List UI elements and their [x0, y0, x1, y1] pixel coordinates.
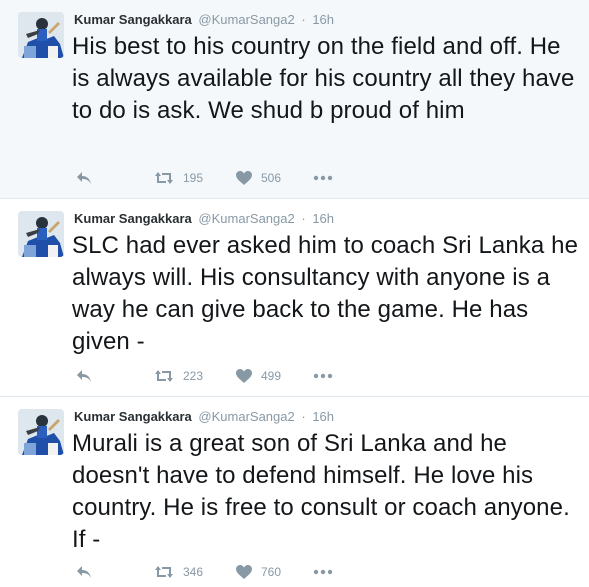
- timestamp[interactable]: 16h: [312, 409, 334, 424]
- reply-icon: [77, 566, 91, 578]
- author-name[interactable]: Kumar Sangakkara: [74, 211, 192, 226]
- like-count: 760: [261, 565, 282, 579]
- timestamp[interactable]: 16h: [312, 211, 334, 226]
- tweet-header: Kumar Sangakkara @KumarSanga2 · 16h: [74, 408, 334, 426]
- more-icon: [313, 175, 333, 181]
- more-icon: [313, 569, 333, 575]
- more-button[interactable]: [313, 366, 333, 386]
- more-button[interactable]: [313, 562, 333, 582]
- avatar-image: [18, 409, 64, 455]
- separator-dot: ·: [301, 12, 306, 27]
- retweet-button[interactable]: 195: [154, 168, 203, 188]
- more-icon: [313, 373, 333, 379]
- like-button[interactable]: 506: [236, 168, 281, 188]
- avatar[interactable]: [18, 12, 64, 58]
- tweet[interactable]: Kumar Sangakkara @KumarSanga2 · 16h Mura…: [0, 397, 589, 587]
- reply-button[interactable]: [76, 168, 92, 188]
- reply-icon: [77, 172, 91, 184]
- tweet-header: Kumar Sangakkara @KumarSanga2 · 16h: [74, 210, 334, 228]
- tweet-text: Murali is a great son of Sri Lanka and h…: [72, 430, 570, 553]
- timestamp[interactable]: 16h: [312, 12, 334, 27]
- retweet-count: 346: [183, 565, 204, 579]
- retweet-button[interactable]: 223: [154, 366, 203, 386]
- reply-icon: [77, 370, 91, 382]
- separator-dot: ·: [301, 211, 306, 226]
- author-handle[interactable]: @KumarSanga2: [198, 211, 294, 226]
- like-count: 499: [261, 369, 282, 383]
- author-name[interactable]: Kumar Sangakkara: [74, 409, 192, 424]
- avatar-image: [18, 12, 64, 58]
- retweet-icon: [155, 172, 173, 184]
- reply-button[interactable]: [76, 366, 92, 386]
- heart-icon: [236, 171, 252, 185]
- heart-icon: [236, 369, 252, 383]
- like-count: 506: [261, 171, 282, 185]
- more-button[interactable]: [313, 168, 333, 188]
- avatar[interactable]: [18, 211, 64, 257]
- retweet-count: 223: [183, 369, 204, 383]
- separator-dot: ·: [301, 409, 306, 424]
- author-handle[interactable]: @KumarSanga2: [198, 409, 294, 424]
- avatar[interactable]: [18, 409, 64, 455]
- tweet-text: His best to his country on the field and…: [72, 33, 575, 124]
- like-button[interactable]: 760: [236, 562, 281, 582]
- author-name[interactable]: Kumar Sangakkara: [74, 12, 192, 27]
- tweet[interactable]: Kumar Sangakkara @KumarSanga2 · 16h SLC …: [0, 199, 589, 397]
- tweet[interactable]: Kumar Sangakkara @KumarSanga2 · 16h His …: [0, 0, 589, 199]
- tweet-text: SLC had ever asked him to coach Sri Lank…: [72, 232, 579, 355]
- retweet-icon: [155, 566, 173, 578]
- like-button[interactable]: 499: [236, 366, 281, 386]
- reply-button[interactable]: [76, 562, 92, 582]
- tweet-header: Kumar Sangakkara @KumarSanga2 · 16h: [74, 11, 334, 29]
- retweet-icon: [155, 370, 173, 382]
- retweet-button[interactable]: 346: [154, 562, 203, 582]
- author-handle[interactable]: @KumarSanga2: [198, 12, 294, 27]
- retweet-count: 195: [183, 171, 204, 185]
- heart-icon: [236, 565, 252, 579]
- avatar-image: [18, 211, 64, 257]
